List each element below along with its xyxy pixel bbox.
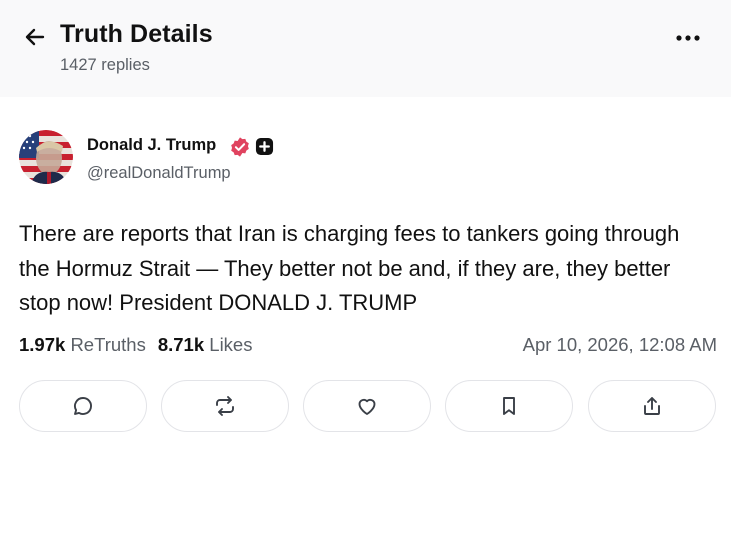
likes-count: 8.71k (157, 334, 205, 355)
post-stats: 1.97k ReTruths 8.71k Likes (19, 334, 252, 356)
comment-icon (74, 397, 92, 415)
reply-count: 1427 replies (60, 56, 150, 74)
retruths-label: ReTruths (70, 334, 146, 355)
plus-badge-icon (255, 137, 274, 156)
more-horizontal-icon (676, 35, 700, 41)
bookmark-icon (503, 397, 515, 415)
retruths-count: 1.97k (19, 334, 66, 355)
page-title: Truth Details (60, 20, 213, 48)
like-button[interactable] (303, 380, 431, 432)
back-button[interactable] (20, 22, 50, 52)
arrow-left-icon (25, 28, 45, 46)
likes-label: Likes (209, 334, 253, 355)
retruth-button[interactable] (161, 380, 289, 432)
reply-button[interactable] (19, 380, 147, 432)
share-button[interactable] (588, 380, 716, 432)
header-bar: Truth Details 1427 replies (0, 0, 731, 97)
more-options-button[interactable] (672, 24, 704, 52)
bookmark-button[interactable] (445, 380, 573, 432)
share-icon (644, 397, 660, 415)
post-timestamp: Apr 10, 2026, 12:08 AM (522, 334, 717, 355)
heart-icon (358, 398, 376, 415)
author-handle[interactable]: @realDonaldTrump (87, 164, 231, 183)
avatar[interactable] (19, 130, 73, 184)
verified-badge-icon (231, 137, 249, 157)
retruths-stat[interactable]: 1.97k ReTruths (19, 334, 146, 355)
post-text: There are reports that Iran is charging … (19, 221, 680, 315)
likes-stat[interactable]: 8.71k Likes (158, 334, 253, 355)
author-name[interactable]: Donald J. Trump (87, 136, 216, 155)
repost-icon (216, 396, 234, 416)
